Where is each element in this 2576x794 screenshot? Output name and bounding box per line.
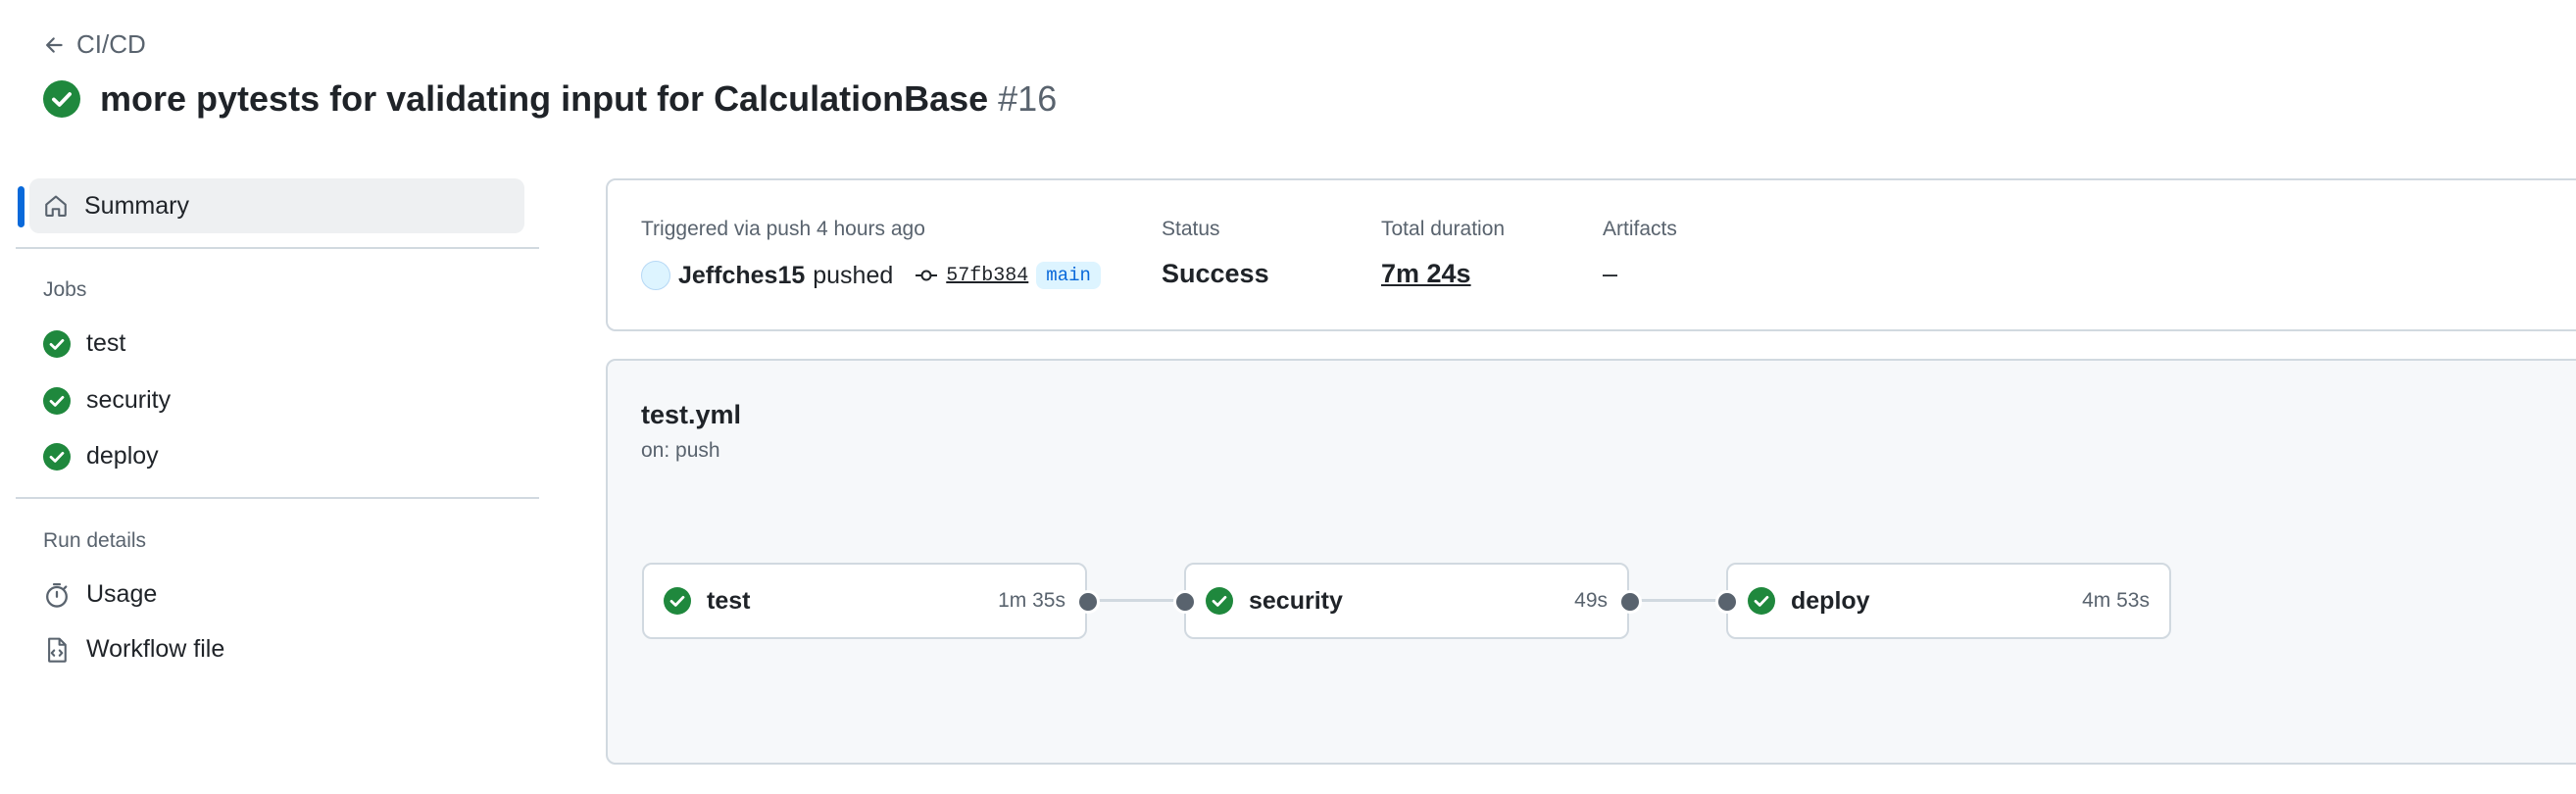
job-connector	[1088, 599, 1186, 602]
job-node-deploy[interactable]: deploy 4m 53s	[1726, 563, 2171, 639]
job-name: deploy	[1791, 586, 1870, 615]
push-action-text: pushed	[813, 261, 894, 289]
status-value: Success	[1162, 259, 1269, 288]
sidebar-item-workflow-file[interactable]: Workflow file	[43, 635, 224, 664]
sidebar-item-label: Workflow file	[86, 635, 225, 663]
branch-badge[interactable]: main	[1036, 262, 1101, 289]
run-number: #16	[998, 78, 1058, 119]
back-link[interactable]: CI/CD	[43, 29, 146, 60]
actor-link[interactable]: Jeffches15	[678, 262, 805, 290]
artifacts-value: –	[1603, 259, 1618, 288]
sidebar-divider	[16, 247, 539, 249]
job-duration: 49s	[1574, 589, 1608, 612]
arrow-left-icon	[43, 34, 65, 56]
active-nav-indicator	[18, 186, 25, 227]
success-check-icon	[1748, 587, 1775, 615]
run-details-heading: Run details	[43, 529, 147, 552]
connector-dot	[1715, 590, 1739, 614]
job-name: security	[1249, 586, 1343, 615]
avatar[interactable]	[641, 261, 670, 290]
job-node-test[interactable]: test 1m 35s	[642, 563, 1087, 639]
run-summary-card	[606, 178, 2576, 331]
job-duration: 1m 35s	[998, 589, 1065, 612]
workflow-trigger: on: push	[641, 439, 720, 462]
commit-sha-link[interactable]: 57fb384	[946, 265, 1028, 287]
file-code-icon	[43, 636, 71, 664]
sidebar-item-label: Usage	[86, 580, 158, 608]
jobs-heading: Jobs	[43, 278, 87, 301]
sidebar-item-usage[interactable]: Usage	[43, 580, 157, 609]
workflow-graph-card	[606, 359, 2576, 765]
home-icon	[43, 193, 69, 219]
run-title: more pytests for validating input for Ca…	[100, 78, 989, 119]
success-check-icon	[1206, 587, 1233, 615]
commit-info: Jeffches15 pushed 57fb384 main	[641, 261, 1101, 290]
back-link-label: CI/CD	[76, 29, 146, 59]
success-check-icon	[664, 587, 691, 615]
sidebar-item-label: security	[86, 386, 172, 414]
job-node-security[interactable]: security 49s	[1184, 563, 1629, 639]
duration-value[interactable]: 7m 24s	[1381, 259, 1471, 289]
stopwatch-icon	[43, 581, 71, 609]
connector-dot	[1618, 590, 1642, 614]
sidebar-item-job-security[interactable]: security	[43, 386, 171, 415]
workflow-file-name: test.yml	[641, 400, 742, 429]
duration-label: Total duration	[1381, 218, 1506, 240]
sidebar-item-summary[interactable]: Summary	[29, 178, 524, 233]
artifacts-label: Artifacts	[1603, 218, 1677, 240]
sidebar-item-label: test	[86, 329, 126, 357]
status-label: Status	[1162, 218, 1220, 240]
sidebar-item-label: deploy	[86, 442, 159, 470]
success-check-icon	[43, 386, 71, 415]
job-connector	[1630, 599, 1728, 602]
success-check-icon	[43, 80, 80, 118]
connector-dot	[1173, 590, 1197, 614]
sidebar-item-job-test[interactable]: test	[43, 329, 125, 358]
sidebar-item-job-deploy[interactable]: deploy	[43, 442, 159, 471]
commit-icon	[915, 266, 938, 285]
job-name: test	[707, 586, 751, 615]
success-check-icon	[43, 329, 71, 358]
sidebar-divider	[16, 497, 539, 499]
sidebar-item-label: Summary	[84, 191, 189, 220]
connector-dot	[1076, 590, 1100, 614]
success-check-icon	[43, 442, 71, 471]
job-duration: 4m 53s	[2082, 589, 2150, 612]
trigger-text: Triggered via push 4 hours ago	[641, 218, 925, 240]
page-title: more pytests for validating input for Ca…	[43, 78, 1057, 120]
